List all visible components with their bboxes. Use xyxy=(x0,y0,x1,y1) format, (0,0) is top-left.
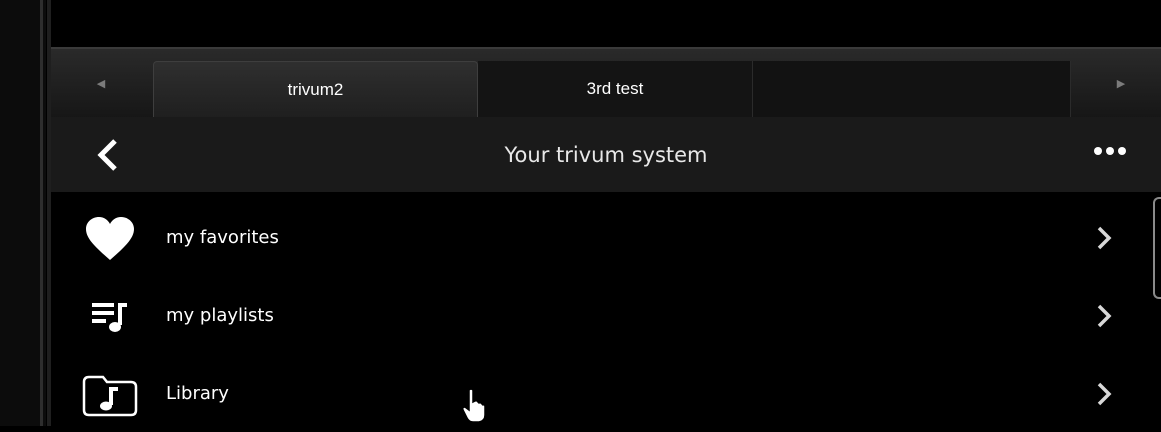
music-folder-icon xyxy=(81,372,139,418)
tab-bar: ◀ trivum2 3rd test ▶ xyxy=(51,47,1161,119)
playlist-icon xyxy=(81,294,139,340)
list-item-my-favorites[interactable]: my favorites xyxy=(51,198,1151,276)
tab-3rd-test[interactable]: 3rd test xyxy=(478,61,753,117)
list-item-my-playlists[interactable]: my playlists xyxy=(51,276,1151,354)
triangle-right-icon: ▶ xyxy=(1116,76,1126,90)
heart-icon xyxy=(81,216,139,262)
chevron-right-icon xyxy=(1097,382,1112,406)
list-item-library[interactable]: Library xyxy=(51,354,1151,432)
more-dots-icon xyxy=(1094,147,1102,155)
list-item-label: my playlists xyxy=(166,304,274,326)
page-title: Your trivum system xyxy=(504,142,708,167)
tab-scroll-right-button[interactable]: ▶ xyxy=(1071,49,1161,117)
chevron-right-icon xyxy=(1097,304,1112,328)
rail-divider xyxy=(40,0,43,426)
tab-label: trivum2 xyxy=(287,79,344,99)
tab-label: 3rd test xyxy=(586,79,644,98)
page-header: Your trivum system xyxy=(51,117,1161,192)
triangle-left-icon: ◀ xyxy=(96,76,106,90)
back-button[interactable] xyxy=(93,137,123,173)
menu-list: my favorites my playlists Library xyxy=(51,192,1161,426)
chevron-left-icon xyxy=(97,139,117,171)
tab-scroll-left-button[interactable]: ◀ xyxy=(51,49,151,117)
more-dots-icon xyxy=(1118,147,1126,155)
tab-empty[interactable] xyxy=(753,61,1071,117)
top-bar xyxy=(51,0,1161,44)
scrollbar-thumb[interactable] xyxy=(1153,197,1161,299)
chevron-right-icon xyxy=(1097,226,1112,250)
more-dots-icon xyxy=(1106,147,1114,155)
list-item-label: Library xyxy=(166,382,229,404)
list-item-label: my favorites xyxy=(166,226,279,248)
tab-trivum2[interactable]: trivum2 xyxy=(153,61,478,117)
more-options-button[interactable] xyxy=(1094,147,1126,155)
hand-pointer-cursor-icon xyxy=(462,388,486,423)
